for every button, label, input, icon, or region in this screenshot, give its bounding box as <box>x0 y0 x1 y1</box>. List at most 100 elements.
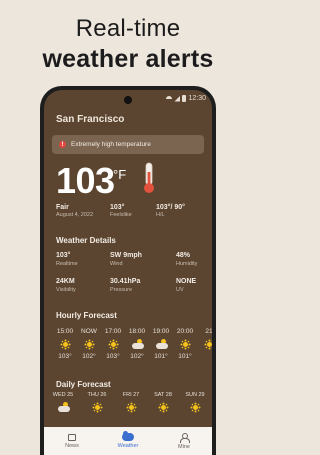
hourly-time: 20:00 <box>176 328 194 335</box>
detail-value: SW 9mph <box>110 252 142 259</box>
nav-mine-label: Mine <box>178 443 190 450</box>
detail-humidity: 48% Humidity <box>176 252 197 267</box>
city-name[interactable]: San Francisco <box>56 114 124 125</box>
nav-news[interactable]: News <box>44 427 100 455</box>
wifi-icon <box>166 95 173 102</box>
detail-value: 48% <box>176 252 191 259</box>
hourly-temp: 102° <box>130 353 144 360</box>
hourly-temp: 101° <box>154 353 168 360</box>
feelslike-label: Feelslike <box>110 212 132 218</box>
hourly-forecast-title: Hourly Forecast <box>56 311 117 320</box>
condition-value: Fair <box>56 204 69 211</box>
feelslike-block: 103° Feelslike <box>110 204 132 218</box>
detail-value: 103° <box>56 252 71 259</box>
daily-item[interactable]: WED 25 <box>48 392 78 413</box>
hourly-item[interactable]: 19:00 101° <box>148 328 174 360</box>
sun-icon <box>158 402 169 413</box>
phone-screen: 12:30 San Francisco ! Extremely high tem… <box>44 90 212 455</box>
detail-value: NONE <box>176 278 197 285</box>
daily-item[interactable]: SUN 29 <box>180 392 210 413</box>
warning-icon: ! <box>59 141 66 148</box>
nav-weather-label: Weather <box>117 443 139 449</box>
partly-cloudy-icon <box>57 402 71 413</box>
detail-value: 24KM <box>56 278 75 285</box>
weather-details-title: Weather Details <box>56 236 116 245</box>
hourly-time: 18:00 <box>128 328 146 335</box>
sun-icon <box>204 339 213 350</box>
hourly-item[interactable]: NOW 102° <box>76 328 102 360</box>
condition-date: August 4, 2022 <box>56 212 94 218</box>
status-icons: 12:30 <box>166 95 206 102</box>
hourly-temp: 101° <box>178 353 192 360</box>
promo-headline: Real-time weather alerts <box>0 14 256 74</box>
nav-news-label: News <box>65 442 79 449</box>
detail-wind: SW 9mph Wind <box>110 252 142 267</box>
temperature-unit: °F <box>113 167 127 182</box>
alert-banner[interactable]: ! Extremely high temperature <box>52 135 204 154</box>
weather-icon <box>122 431 134 441</box>
news-icon <box>68 433 76 441</box>
detail-label: Humidity <box>176 261 198 267</box>
phone-frame: 12:30 San Francisco ! Extremely high tem… <box>40 86 216 455</box>
daily-day: SUN 29 <box>185 392 205 398</box>
sun-icon <box>108 339 119 350</box>
hourly-item[interactable]: 15:00 103° <box>52 328 78 360</box>
detail-label: Visibility <box>56 287 76 293</box>
sun-icon <box>92 402 103 413</box>
sun-icon <box>126 402 137 413</box>
alert-text: Extremely high temperature <box>71 141 151 148</box>
detail-label: Pressure <box>110 287 133 293</box>
hilo-value: 103°/ 90° <box>156 204 185 211</box>
hourly-time: 21 <box>205 328 212 335</box>
daily-item[interactable]: FRI 27 <box>116 392 146 413</box>
thermometer-icon <box>144 162 154 193</box>
person-icon <box>180 432 190 443</box>
daily-day: THU 26 <box>87 392 107 398</box>
daily-item[interactable]: SAT 28 <box>148 392 178 413</box>
detail-pressure: 30.41hPa Pressure <box>110 278 140 293</box>
partly-cloudy-icon <box>155 339 169 350</box>
hourly-time: 15:00 <box>56 328 74 335</box>
detail-label: Wind <box>110 261 123 267</box>
hourly-item[interactable]: 17:00 103° <box>100 328 126 360</box>
detail-visibility: 24KM Visibility <box>56 278 76 293</box>
partly-cloudy-icon <box>131 339 145 350</box>
hourly-temp: 103° <box>58 353 72 360</box>
hourly-time: NOW <box>81 328 97 335</box>
signal-icon <box>174 95 181 102</box>
camera-cutout <box>124 96 132 104</box>
daily-item[interactable]: THU 26 <box>82 392 112 413</box>
detail-uv: NONE UV <box>176 278 196 293</box>
headline-line-1: Real-time <box>75 15 181 42</box>
detail-realtime: 103° Realtime <box>56 252 78 267</box>
condition-block: Fair August 4, 2022 <box>56 204 93 218</box>
detail-label: Realtime <box>56 261 78 267</box>
nav-weather[interactable]: Weather <box>100 427 156 455</box>
bottom-navigation: News Weather Mine <box>44 427 212 455</box>
detail-value: 30.41hPa <box>110 278 141 285</box>
hilo-block: 103°/ 90° H/L <box>156 204 185 218</box>
battery-icon <box>182 95 187 102</box>
hourly-temp: 103° <box>106 353 120 360</box>
hourly-item[interactable]: 18:00 102° <box>124 328 150 360</box>
daily-day: WED 25 <box>52 392 74 398</box>
hourly-forecast-list[interactable]: 15:00 103° NOW 102° 17:00 103° 18:00 102… <box>44 328 212 370</box>
daily-day: SAT 28 <box>154 392 172 398</box>
hourly-item[interactable]: 21 <box>196 328 212 353</box>
nav-mine[interactable]: Mine <box>156 427 212 455</box>
sun-icon <box>190 402 201 413</box>
daily-forecast-title: Daily Forecast <box>56 380 111 389</box>
current-temperature: 103 <box>56 160 115 201</box>
hourly-item[interactable]: 20:00 101° <box>172 328 198 360</box>
sun-icon <box>60 339 71 350</box>
hourly-temp: 102° <box>82 353 96 360</box>
feelslike-value: 103° <box>110 204 125 211</box>
status-bar: 12:30 <box>44 90 212 106</box>
detail-label: UV <box>176 287 184 293</box>
hilo-label: H/L <box>156 212 165 218</box>
sun-icon <box>84 339 95 350</box>
status-time: 12:30 <box>188 95 206 102</box>
sun-icon <box>180 339 191 350</box>
hourly-time: 19:00 <box>152 328 170 335</box>
hourly-time: 17:00 <box>104 328 122 335</box>
